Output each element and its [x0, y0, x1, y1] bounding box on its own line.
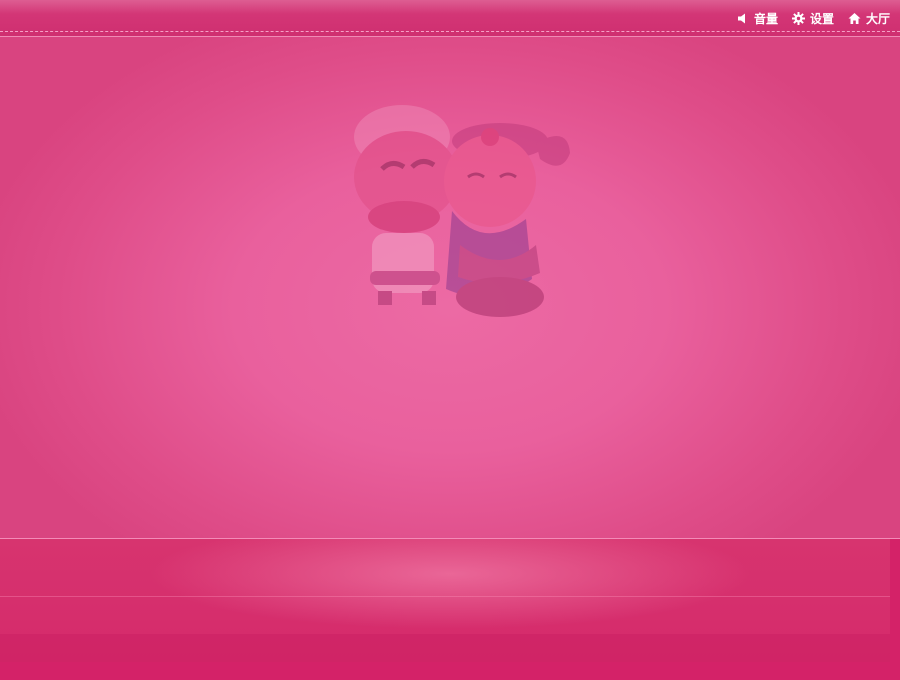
bottom-edge: [0, 662, 900, 680]
game-table: [0, 37, 900, 538]
house-icon: [848, 12, 861, 25]
mascot-couple-watermark: [340, 85, 580, 325]
bottom-panel-right-edge: [890, 539, 900, 662]
settings-button[interactable]: 设置: [791, 10, 834, 27]
gear-icon: [791, 11, 805, 25]
lobby-label: 大厅: [865, 11, 890, 26]
top-bar-stitch-divider: [0, 31, 900, 32]
bottom-panel-glow: [150, 539, 750, 634]
bottom-panel-shadow: [0, 634, 890, 662]
speaker-icon: [736, 12, 749, 25]
volume-button[interactable]: 音量: [736, 10, 778, 27]
groom-mascot-icon: [354, 105, 458, 305]
bottom-panel: [0, 539, 890, 662]
settings-label: 设置: [809, 11, 834, 26]
bride-mascot-icon: [444, 123, 570, 317]
lobby-button[interactable]: 大厅: [848, 10, 890, 27]
bottom-panel-groove: [0, 596, 890, 597]
top-bar: 音量 设置 大厅: [0, 0, 900, 37]
top-menu: 音量 设置 大厅: [736, 8, 890, 28]
volume-label: 音量: [753, 11, 778, 26]
